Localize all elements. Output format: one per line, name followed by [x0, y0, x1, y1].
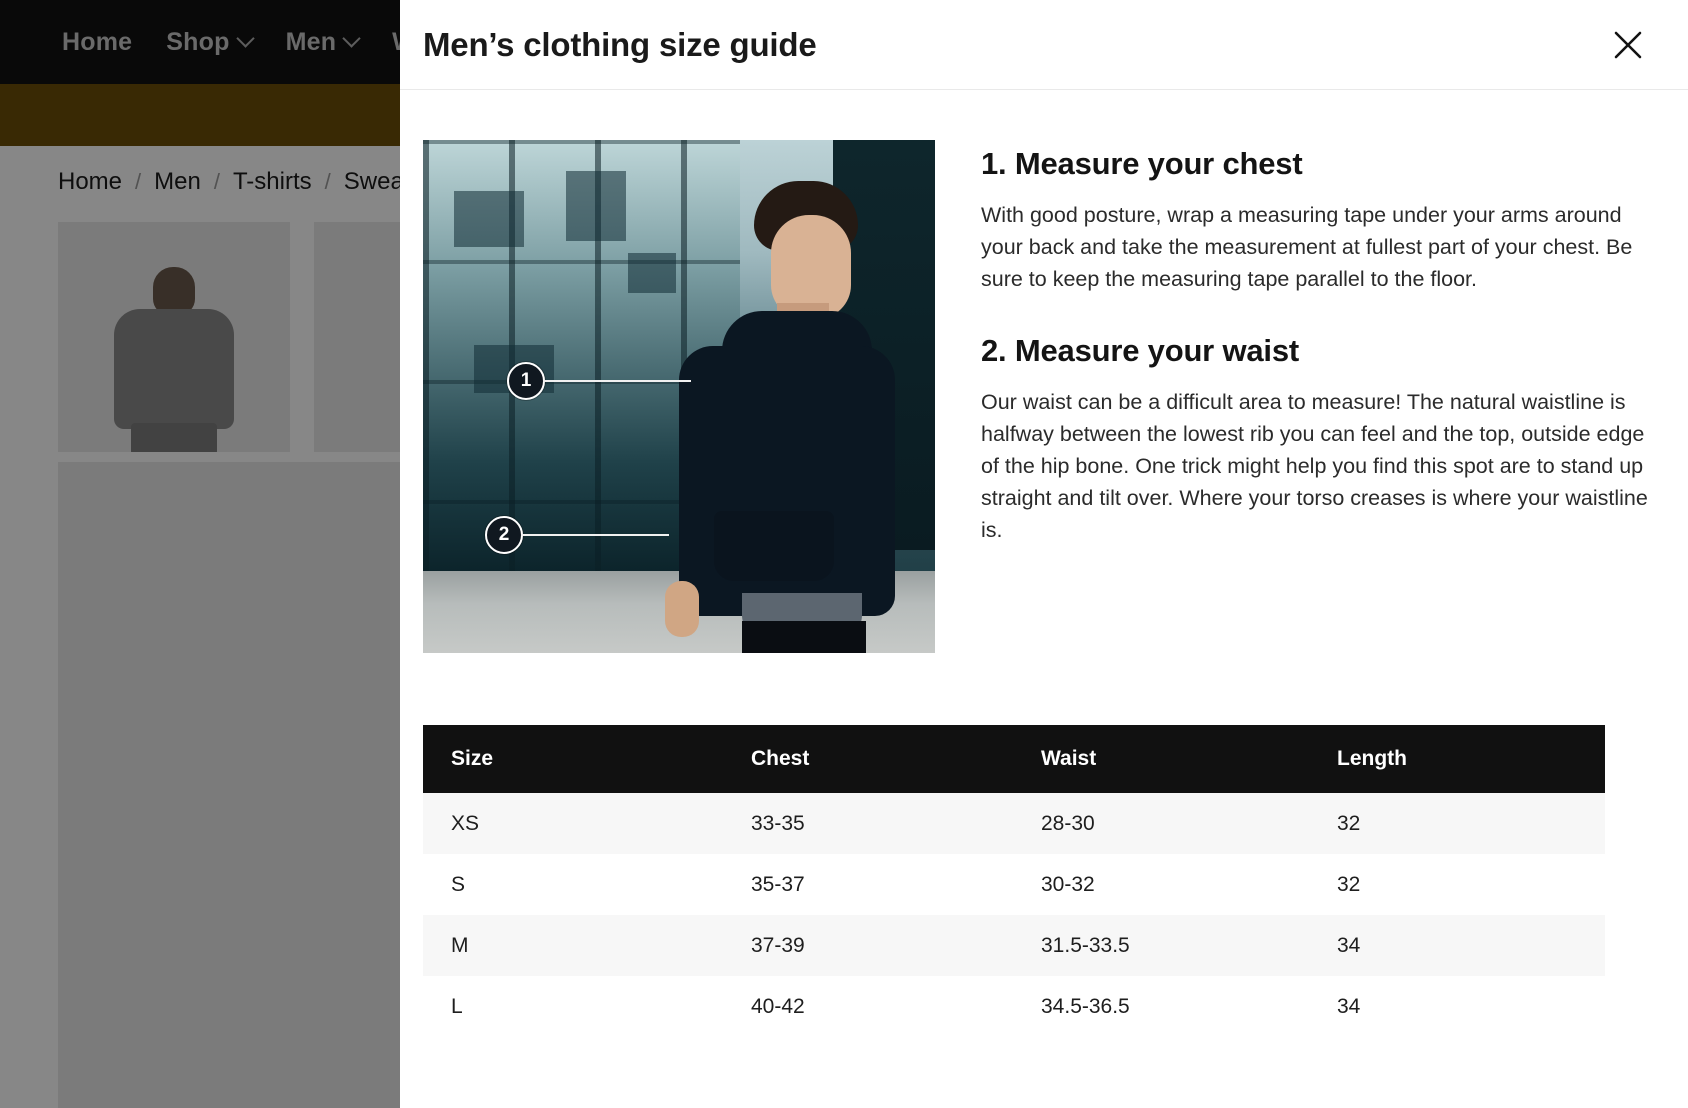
cell-waist: 31.5-33.5 [1041, 933, 1130, 957]
page-title: Men’s clothing size guide [423, 25, 817, 63]
cell-chest: 37-39 [751, 933, 805, 957]
cell-length: 34 [1337, 933, 1361, 957]
callout-2: 2 [485, 516, 669, 554]
table-row: XS 33-35 28-30 32 [423, 793, 1605, 854]
step-body: With good posture, wrap a measuring tape… [981, 203, 1633, 291]
callout-1: 1 [507, 362, 691, 400]
measure-instructions: 1. Measure your chest With good posture,… [981, 140, 1665, 546]
cell-chest: 35-37 [751, 872, 805, 896]
step-body: Our waist can be a difficult area to mea… [981, 390, 1648, 542]
column-header-waist: Waist [1013, 725, 1309, 793]
cell-chest: 40-42 [751, 994, 805, 1018]
cell-length: 32 [1337, 811, 1361, 835]
modal-body: 1 2 1. Measure your chest With good post… [400, 90, 1688, 1037]
cell-length: 34 [1337, 994, 1361, 1018]
size-chart-table: Size Chest Waist Length XS 33-35 28-30 3… [423, 725, 1605, 1037]
callout-badge-number: 1 [507, 362, 545, 400]
cell-size: XS [451, 811, 480, 835]
cell-waist: 30-32 [1041, 872, 1095, 896]
table-header-row: Size Chest Waist Length [423, 725, 1605, 793]
cell-length: 32 [1337, 872, 1361, 896]
cell-waist: 28-30 [1041, 811, 1095, 835]
callout-leader-line [521, 534, 669, 536]
callout-badge-number: 2 [485, 516, 523, 554]
model-figure [628, 181, 915, 653]
size-guide-modal: Men’s clothing size guide 1 2 1. Measure… [400, 0, 1688, 1108]
measure-guide: 1 2 1. Measure your chest With good post… [423, 140, 1665, 653]
measure-step-chest: 1. Measure your chest With good posture,… [981, 146, 1665, 295]
table-row: S 35-37 30-32 32 [423, 854, 1605, 915]
column-header-length: Length [1309, 725, 1605, 793]
size-chart-header: Size Chest Waist Length [423, 725, 1605, 793]
screen: Home Shop Men Wo Home / Men / T-shirts /… [0, 0, 1688, 1108]
measure-photo: 1 2 [423, 140, 935, 653]
step-heading: 1. Measure your chest [981, 146, 1303, 181]
column-header-chest: Chest [723, 725, 1013, 793]
cell-size: S [451, 872, 466, 896]
cell-size: L [451, 994, 463, 1018]
cell-chest: 33-35 [751, 811, 805, 835]
size-chart-body: XS 33-35 28-30 32 S 35-37 30-32 32 M 37-… [423, 793, 1605, 1037]
cell-size: M [451, 933, 469, 957]
measure-step-waist: 2. Measure your waist Our waist can be a… [981, 333, 1665, 546]
cell-waist: 34.5-36.5 [1041, 994, 1130, 1018]
modal-header: Men’s clothing size guide [400, 0, 1688, 90]
table-row: L 40-42 34.5-36.5 34 [423, 976, 1605, 1037]
table-row: M 37-39 31.5-33.5 34 [423, 915, 1605, 976]
close-icon [1614, 31, 1642, 58]
close-button[interactable] [1606, 23, 1650, 67]
callout-leader-line [543, 380, 691, 382]
column-header-size: Size [423, 725, 723, 793]
step-heading: 2. Measure your waist [981, 333, 1299, 368]
